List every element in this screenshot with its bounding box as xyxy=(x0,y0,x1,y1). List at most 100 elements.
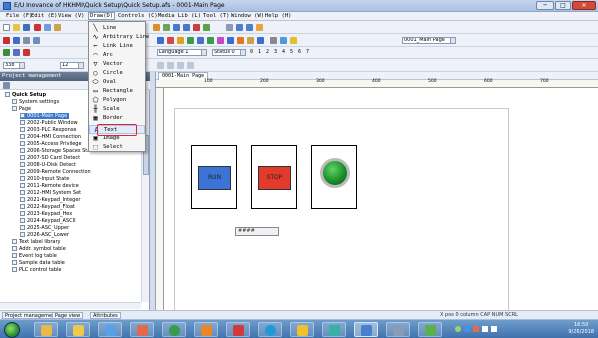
tree-item[interactable]: 2009-Remote Connection xyxy=(20,169,91,175)
menu-item-arc[interactable]: ◠ Arc xyxy=(89,51,145,60)
menu-item-scale[interactable]: ╫ Scale xyxy=(89,105,145,114)
menu-draw[interactable]: Draw(D) xyxy=(88,12,116,20)
zoom-in-icon[interactable] xyxy=(173,24,180,31)
taskbar-app-grey[interactable] xyxy=(386,322,410,337)
taskbar-app-yellow[interactable] xyxy=(290,322,314,337)
state-digit-6[interactable]: 6 xyxy=(298,49,301,55)
panel-options-icon[interactable] xyxy=(3,82,10,89)
menu-item-line[interactable]: ╲ Line xyxy=(89,24,145,33)
menu-item-vector[interactable]: ▽ Vector xyxy=(89,60,145,69)
state-combo[interactable]: Status 0 xyxy=(212,49,246,56)
tab-attributes[interactable]: Attributes xyxy=(90,312,121,319)
screen-icon[interactable] xyxy=(157,37,164,44)
arrange-icon[interactable] xyxy=(33,37,40,44)
tree-item[interactable]: Event log table xyxy=(12,253,57,259)
hmi-page[interactable]: RUN STOP #### xyxy=(174,108,509,326)
user-icon[interactable] xyxy=(227,37,234,44)
run-button[interactable]: RUN xyxy=(198,166,231,190)
open-icon[interactable] xyxy=(13,24,20,31)
taskbar-app-orange[interactable] xyxy=(194,322,218,337)
tab-page-view[interactable]: Page view xyxy=(52,312,84,319)
cut-icon[interactable] xyxy=(34,24,41,31)
tray-icon[interactable] xyxy=(464,326,470,332)
menu-media-lib[interactable]: Media Lib (L) xyxy=(158,13,201,19)
alarm-icon[interactable] xyxy=(167,37,174,44)
menu-item-polygon[interactable]: ⬠ Polygon xyxy=(89,96,145,105)
folder-icon[interactable] xyxy=(247,37,254,44)
chart-icon[interactable] xyxy=(207,37,214,44)
language-combo[interactable]: Language 1 xyxy=(157,49,207,56)
taskbar-app-green[interactable] xyxy=(418,322,442,337)
taskbar-pdf[interactable] xyxy=(226,322,250,337)
tree-item[interactable]: Page xyxy=(12,106,31,112)
tree-horizontal-scrollbar[interactable] xyxy=(0,302,141,309)
italic-icon[interactable] xyxy=(167,62,174,69)
tree-item[interactable]: Text label library xyxy=(12,239,60,245)
menu-item-arbitrary-line[interactable]: ∿ Arbitrary Line xyxy=(89,33,150,42)
tree-item[interactable]: 2003-PLC Response xyxy=(20,127,76,133)
tray-icon[interactable] xyxy=(455,326,461,332)
tree-item[interactable]: 2008-U-Disk Detect xyxy=(20,162,76,168)
help-icon[interactable] xyxy=(290,37,297,44)
maximize-button[interactable]: □ xyxy=(555,1,571,10)
new-icon[interactable] xyxy=(3,24,10,31)
lamp-frame[interactable] xyxy=(311,145,357,209)
save-icon[interactable] xyxy=(23,24,30,31)
taskbar-browser[interactable] xyxy=(98,322,122,337)
tree-item[interactable]: System settings xyxy=(12,99,59,105)
run-icon[interactable] xyxy=(3,49,10,56)
state-digit-1[interactable]: 1 xyxy=(258,49,261,55)
menu-item-circle[interactable]: ○ Circle xyxy=(89,69,145,78)
tree-item[interactable]: 2023-Keypad_Hex xyxy=(20,211,72,217)
trend-icon[interactable] xyxy=(187,37,194,44)
undo-icon[interactable] xyxy=(153,24,160,31)
download-icon[interactable] xyxy=(203,24,210,31)
font-color-icon[interactable] xyxy=(3,37,10,44)
tree-item[interactable]: Sample data table xyxy=(12,260,65,266)
tree-item-root[interactable]: Quick Setup xyxy=(5,92,46,98)
tree-item[interactable]: 2005-Access Privilege xyxy=(20,141,82,147)
menu-item-rectangle[interactable]: ▭ Rectangle xyxy=(89,87,145,96)
taskbar-skype[interactable] xyxy=(258,322,282,337)
tree-item[interactable]: PLC control table xyxy=(12,267,61,273)
tree-item[interactable]: 2025-ASC_Upper xyxy=(20,225,69,231)
tree-item[interactable]: 2024-Keypad_ASCII xyxy=(20,218,76,224)
printer-icon[interactable] xyxy=(270,37,277,44)
close-button[interactable]: ✕ xyxy=(572,1,596,10)
paste-icon[interactable] xyxy=(54,24,61,31)
zoom-out-icon[interactable] xyxy=(183,24,190,31)
menu-view[interactable]: View (V) xyxy=(58,13,85,19)
table-icon[interactable] xyxy=(197,37,204,44)
state-digit-7[interactable]: 7 xyxy=(306,49,309,55)
menu-item-oval[interactable]: ⬭ Oval xyxy=(89,78,145,87)
tree-item[interactable]: 2022-Keypad_Float xyxy=(20,204,75,210)
menu-window[interactable]: Window (W) xyxy=(231,13,264,19)
redo-icon[interactable] xyxy=(163,24,170,31)
tree-item[interactable]: 2002-Public Window xyxy=(20,120,78,126)
volume-icon[interactable] xyxy=(491,326,497,332)
align-icon[interactable] xyxy=(236,24,243,31)
minimize-button[interactable]: ─ xyxy=(536,1,554,10)
underline-icon[interactable] xyxy=(177,62,184,69)
compile-icon[interactable] xyxy=(193,24,200,31)
stop-sim-icon[interactable] xyxy=(23,49,30,56)
macro-icon[interactable] xyxy=(217,37,224,44)
menu-controls[interactable]: Controls (C) xyxy=(118,13,158,19)
tree-item[interactable]: 2012-HMI System Set xyxy=(20,190,81,196)
network-icon[interactable] xyxy=(482,326,488,332)
taskbar-folder[interactable] xyxy=(66,322,90,337)
green-indicator-lamp[interactable] xyxy=(320,158,350,188)
tree-item[interactable]: 2011-Remote device xyxy=(20,183,79,189)
font-size-combo[interactable]: 12 xyxy=(60,62,84,69)
tag-icon[interactable] xyxy=(237,37,244,44)
tree-item[interactable]: Addr. symbol table xyxy=(12,246,66,252)
menu-item-border[interactable]: ▦ Border xyxy=(89,114,145,123)
tree-item[interactable]: 2026-ASC_Lower xyxy=(20,232,69,238)
zoom-combo[interactable]: 338 xyxy=(3,62,25,69)
layer-icon[interactable] xyxy=(256,24,263,31)
text-object[interactable]: #### xyxy=(235,227,279,236)
taskbar-explorer[interactable] xyxy=(34,322,58,337)
page-combo[interactable]: 0001_Main Page xyxy=(402,37,456,44)
taskbar-app-teal[interactable] xyxy=(322,322,346,337)
stop-button-frame[interactable]: STOP xyxy=(251,145,297,209)
